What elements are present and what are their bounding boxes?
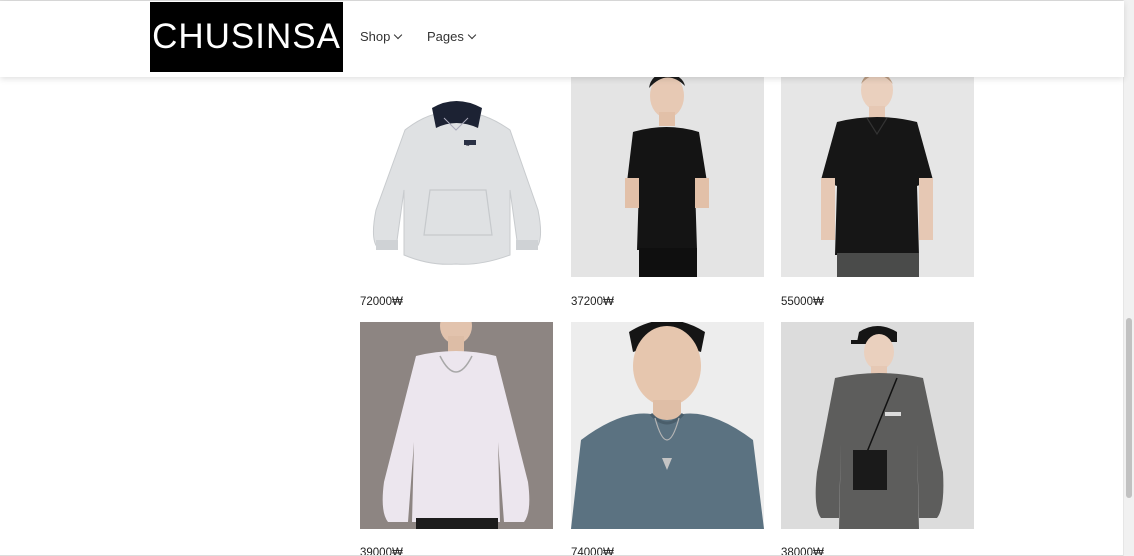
product-card[interactable]	[360, 322, 553, 529]
page-scrollbar[interactable]	[1123, 0, 1134, 556]
product-card[interactable]	[571, 322, 764, 529]
product-image[interactable]	[360, 322, 553, 529]
product-image[interactable]	[571, 322, 764, 529]
product-card[interactable]: ꜱ	[360, 70, 553, 277]
product-image[interactable]	[571, 70, 764, 277]
site-header: CHUSINSA Shop Pages	[0, 1, 1124, 77]
product-image[interactable]: ꜱ	[360, 70, 553, 277]
product-image[interactable]	[781, 322, 974, 529]
scrollbar-thumb[interactable]	[1126, 318, 1132, 498]
site-logo[interactable]: CHUSINSA	[150, 2, 343, 72]
page: ꜱ 72000₩	[0, 0, 1134, 556]
product-price: 37200₩	[571, 296, 614, 308]
nav-shop[interactable]: Shop	[360, 29, 403, 44]
chevron-down-icon	[467, 30, 477, 40]
chevron-down-icon	[394, 30, 403, 40]
product-image[interactable]	[781, 70, 974, 277]
product-price: 55000₩	[781, 296, 824, 308]
product-card[interactable]	[571, 70, 764, 277]
product-price: 72000₩	[360, 296, 403, 308]
nav-pages-label[interactable]: Pages	[427, 29, 464, 44]
product-card[interactable]	[781, 70, 974, 277]
nav-shop-label[interactable]: Shop	[360, 29, 390, 44]
product-card[interactable]	[781, 322, 974, 529]
nav-pages[interactable]: Pages	[427, 29, 477, 44]
